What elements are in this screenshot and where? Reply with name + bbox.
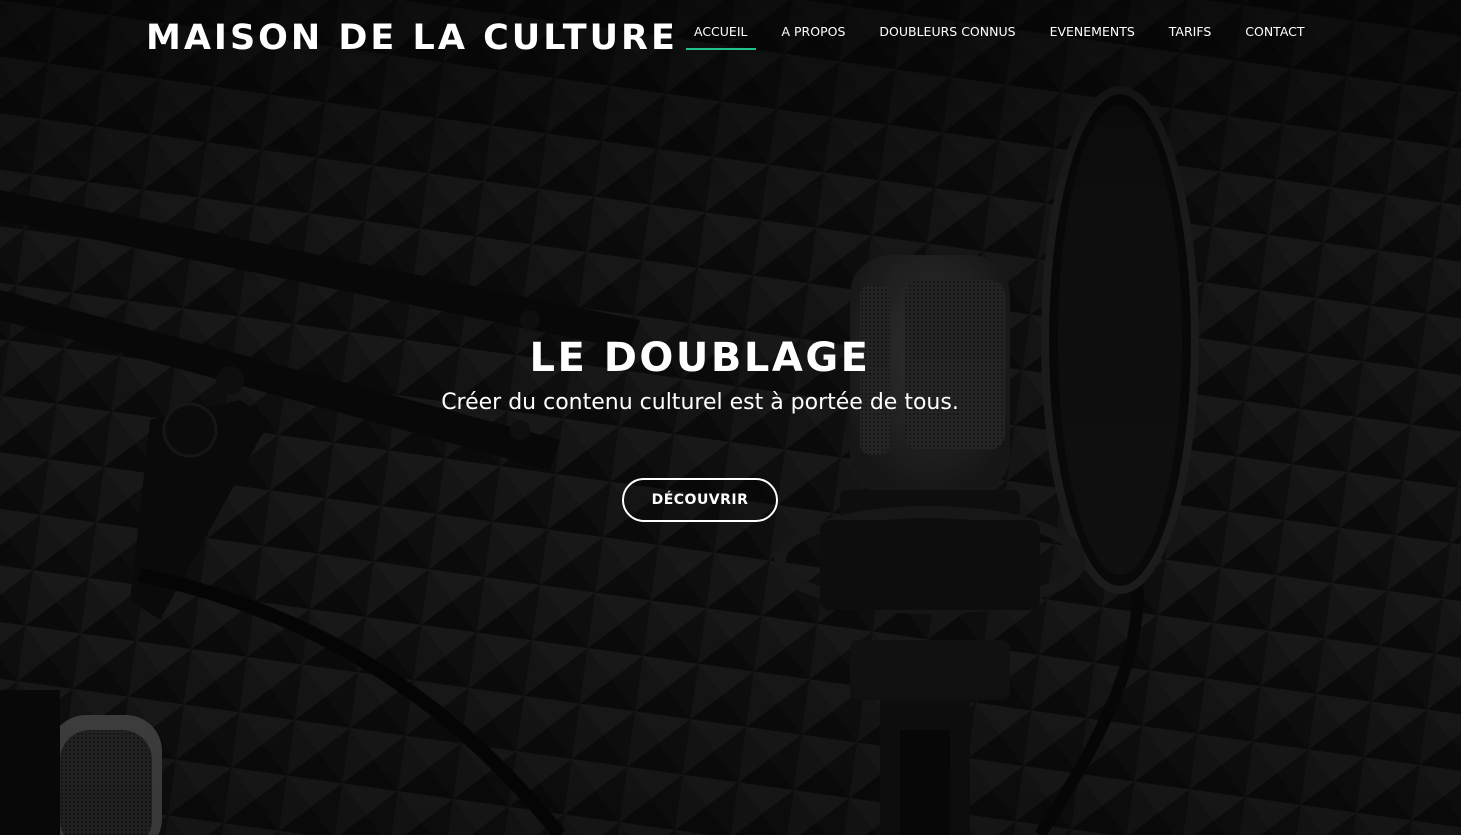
nav-item-contact[interactable]: CONTACT bbox=[1237, 18, 1312, 50]
site-logo[interactable]: MAISON DE LA CULTURE bbox=[146, 16, 678, 60]
nav-item-doubleurs-connus[interactable]: DOUBLEURS CONNUS bbox=[871, 18, 1023, 50]
discover-button[interactable]: DÉCOUVRIR bbox=[621, 478, 779, 522]
hero-content: LE DOUBLAGE Créer du contenu culturel es… bbox=[0, 330, 1400, 522]
nav-item-evenements[interactable]: EVENEMENTS bbox=[1042, 18, 1143, 50]
hero-title: LE DOUBLAGE bbox=[529, 335, 871, 381]
hero-subtitle: Créer du contenu culturel est à portée d… bbox=[441, 390, 959, 415]
nav-item-accueil[interactable]: ACCUEIL bbox=[686, 18, 756, 50]
nav-item-a-propos[interactable]: A PROPOS bbox=[774, 18, 854, 50]
nav-item-tarifs[interactable]: TARIFS bbox=[1161, 18, 1220, 50]
site-header: MAISON DE LA CULTURE ACCUEIL A PROPOS DO… bbox=[0, 0, 1461, 80]
hero-section: MAISON DE LA CULTURE ACCUEIL A PROPOS DO… bbox=[0, 0, 1461, 835]
main-nav: ACCUEIL A PROPOS DOUBLEURS CONNUS EVENEM… bbox=[686, 18, 1331, 50]
